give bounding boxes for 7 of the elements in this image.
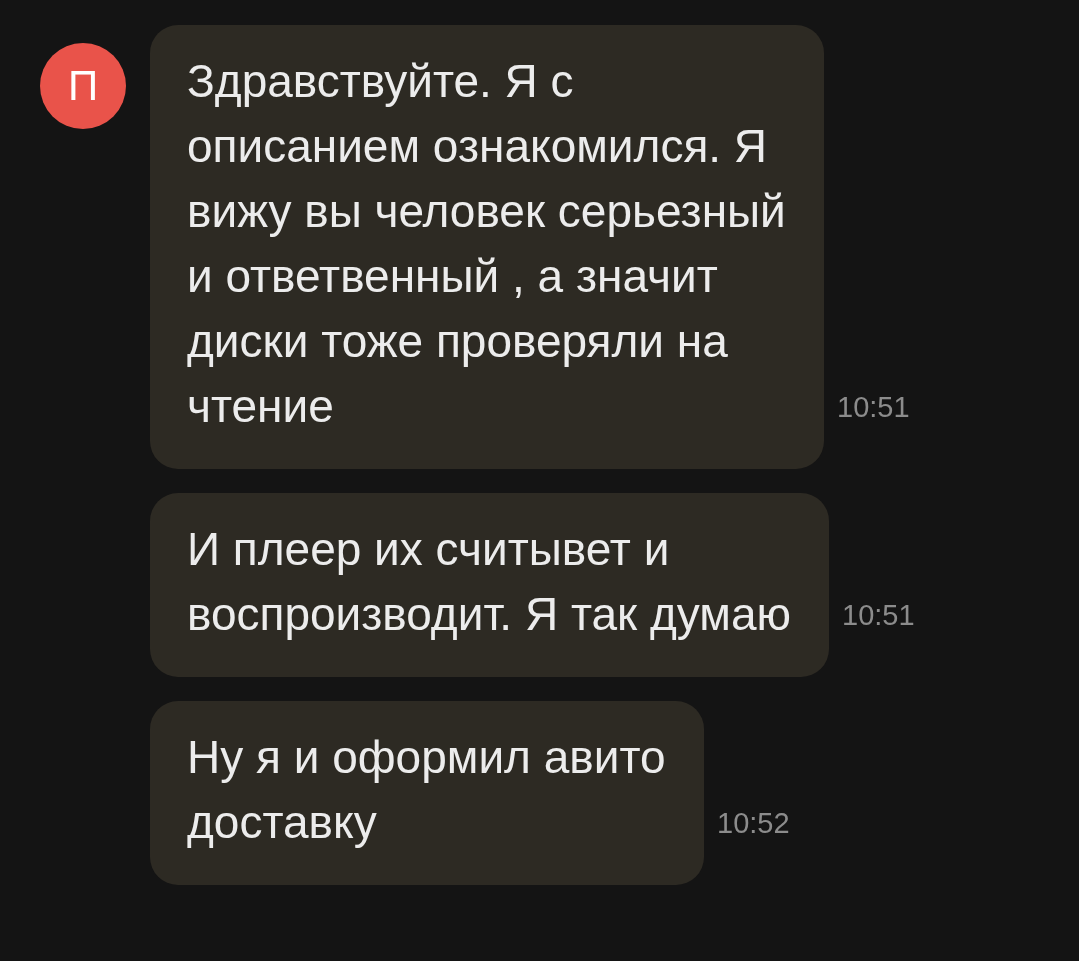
message-time: 10:51 [837, 390, 910, 425]
message-time: 10:51 [842, 598, 915, 633]
message-bubble: Здравствуйте. Я с описанием ознакомился. Я вижу вы человек серьезный и ответвенный , а значит диски тоже проверяли на чтение [150, 25, 824, 469]
message-time: 10:52 [717, 806, 790, 841]
avatar: П [40, 43, 126, 129]
message-bubble: Ну я и оформил авито доставку [150, 701, 704, 885]
message-bubble: И плеер их считывет и воспроизводит. Я так думаю [150, 493, 829, 677]
